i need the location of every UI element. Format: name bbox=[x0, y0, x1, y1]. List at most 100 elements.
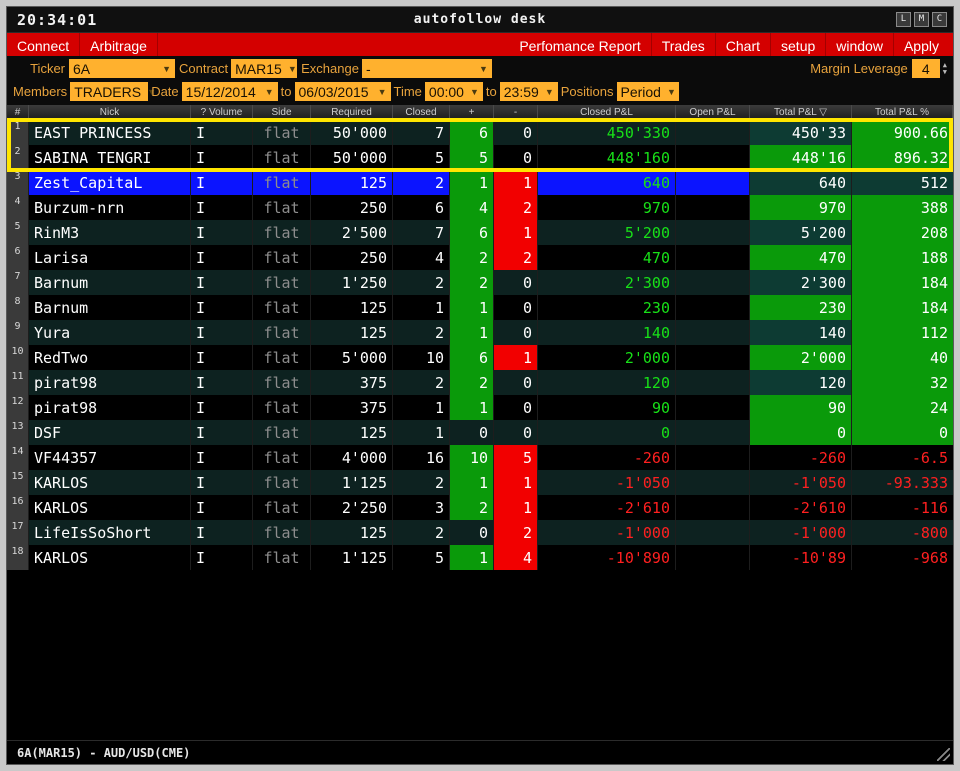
col-header-minus[interactable]: - bbox=[494, 105, 538, 119]
ticker-select[interactable]: 6A ▼ bbox=[69, 59, 175, 78]
cell-required: 2'500 bbox=[311, 220, 393, 245]
table-row[interactable]: 8 Barnum Iflat 125 1 1 0 230 230 184 bbox=[7, 295, 953, 320]
contract-select[interactable]: MAR15 ▼ bbox=[231, 59, 298, 78]
menu-item-performance-report[interactable]: Perfomance Report bbox=[509, 33, 652, 56]
col-header-index[interactable]: # bbox=[7, 105, 29, 119]
col-header-closed[interactable]: Closed bbox=[393, 105, 450, 119]
menu-item-setup[interactable]: setup bbox=[771, 33, 827, 56]
cell-nick: KARLOS bbox=[29, 495, 191, 520]
menu-item-chart[interactable]: Chart bbox=[716, 33, 772, 56]
table-row[interactable]: 5 RinM3 Iflat 2'500 7 6 1 5'200 5'200 208 bbox=[7, 220, 953, 245]
table-row[interactable]: 13 DSF Iflat 125 1 0 0 0 0 0 bbox=[7, 420, 953, 445]
cell-total-pct: 900.66 bbox=[852, 120, 953, 145]
cell-volume: I bbox=[191, 370, 253, 395]
col-header-volume[interactable]: ? Volume bbox=[191, 105, 253, 119]
cell-open-pl bbox=[676, 395, 750, 420]
time-to-value: 23:59 bbox=[503, 83, 539, 100]
col-header-side[interactable]: Side bbox=[253, 105, 311, 119]
time-from-value: 00:00 bbox=[428, 83, 464, 100]
cell-total-pl: 448'16 bbox=[750, 145, 852, 170]
table-row[interactable]: 9 Yura Iflat 125 2 1 0 140 140 112 bbox=[7, 320, 953, 345]
cell-minus: 0 bbox=[494, 395, 538, 420]
row-index: 6 bbox=[7, 245, 29, 270]
window-controls: L M C bbox=[896, 12, 947, 27]
table-row[interactable]: 2 SABINA TENGRI Iflat 50'000 5 5 0 448'160 448'1… bbox=[7, 145, 953, 170]
cell-plus: 6 bbox=[450, 345, 494, 370]
cell-plus: 10 bbox=[450, 445, 494, 470]
time-from-select[interactable]: 00:00 ▼ bbox=[424, 82, 483, 101]
cell-minus: 1 bbox=[494, 470, 538, 495]
close-button[interactable]: C bbox=[932, 12, 947, 27]
table-row[interactable]: 3 Zest_CapitaL Iflat 125 2 1 1 640 640 512 bbox=[7, 170, 953, 195]
cell-closed-pl: -10'890 bbox=[538, 545, 676, 570]
table-row[interactable]: 16 KARLOS Iflat 2'250 3 2 1 -2'610 -2'610 -116 bbox=[7, 495, 953, 520]
menu-item-apply[interactable]: Apply bbox=[894, 33, 953, 56]
time-to-select[interactable]: 23:59 ▼ bbox=[499, 82, 558, 101]
cell-open-pl bbox=[676, 370, 750, 395]
resize-grip[interactable] bbox=[937, 748, 950, 761]
cell-closed: 2 bbox=[393, 520, 450, 545]
date-from-select[interactable]: 15/12/2014 ▼ bbox=[181, 82, 278, 101]
table-row[interactable]: 6 Larisa Iflat 250 4 2 2 470 470 188 bbox=[7, 245, 953, 270]
cell-volume: I bbox=[191, 195, 253, 220]
cell-open-pl bbox=[676, 295, 750, 320]
table-row[interactable]: 18 KARLOS Iflat 1'125 5 1 4 -10'890 -10'89 -968 bbox=[7, 545, 953, 570]
col-header-open-pl[interactable]: Open P&L bbox=[676, 105, 750, 119]
cell-required: 1'125 bbox=[311, 545, 393, 570]
members-label: Members bbox=[13, 84, 68, 99]
table-row[interactable]: 14 VF44357 Iflat 4'000 16 10 5 -260 -260 -6.5 bbox=[7, 445, 953, 470]
col-header-total-pl[interactable]: Total P&L ▽ bbox=[750, 105, 852, 119]
cell-nick: pirat98 bbox=[29, 395, 191, 420]
col-header-required[interactable]: Required bbox=[311, 105, 393, 119]
maximize-button[interactable]: M bbox=[914, 12, 929, 27]
date-from-value: 15/12/2014 bbox=[185, 83, 256, 100]
table-row[interactable]: 11 pirat98 Iflat 375 2 2 0 120 120 32 bbox=[7, 370, 953, 395]
row-index: 18 bbox=[7, 545, 29, 570]
cell-open-pl bbox=[676, 520, 750, 545]
table-row[interactable]: 15 KARLOS Iflat 1'125 2 1 1 -1'050 -1'050 -93.333 bbox=[7, 470, 953, 495]
table-row[interactable]: 4 Burzum-nrn Iflat 250 6 4 2 970 970 388 bbox=[7, 195, 953, 220]
positions-select[interactable]: Period ▼ bbox=[616, 82, 679, 101]
cell-closed: 2 bbox=[393, 270, 450, 295]
cell-open-pl bbox=[676, 270, 750, 295]
table-row[interactable]: 17 LifeIsSoShort Iflat 125 2 0 2 -1'000 -1'000 -8… bbox=[7, 520, 953, 545]
cell-closed: 1 bbox=[393, 295, 450, 320]
row-index: 17 bbox=[7, 520, 29, 545]
cell-total-pct: 112 bbox=[852, 320, 953, 345]
cell-volume: I bbox=[191, 295, 253, 320]
cell-open-pl bbox=[676, 420, 750, 445]
table-row[interactable]: 7 Barnum Iflat 1'250 2 2 0 2'300 2'300 184 bbox=[7, 270, 953, 295]
cell-closed: 3 bbox=[393, 495, 450, 520]
cell-side: flat bbox=[253, 420, 311, 445]
col-header-closed-pl[interactable]: Closed P&L bbox=[538, 105, 676, 119]
exchange-select[interactable]: - ▼ bbox=[361, 59, 492, 78]
cell-closed: 2 bbox=[393, 470, 450, 495]
col-header-total-pct[interactable]: Total P&L % bbox=[852, 105, 953, 119]
menu-item-arbitrage[interactable]: Arbitrage bbox=[80, 33, 158, 56]
col-header-nick[interactable]: Nick bbox=[29, 105, 191, 119]
table-row[interactable]: 1 EAST PRINCESS Iflat 50'000 7 6 0 450'330 450'3… bbox=[7, 120, 953, 145]
row-index: 13 bbox=[7, 420, 29, 445]
minimize-button[interactable]: L bbox=[896, 12, 911, 27]
menu-item-trades[interactable]: Trades bbox=[652, 33, 716, 56]
table-row[interactable]: 12 pirat98 Iflat 375 1 1 0 90 90 24 bbox=[7, 395, 953, 420]
members-select[interactable]: TRADERS ▼ bbox=[70, 82, 156, 101]
date-to-select[interactable]: 06/03/2015 ▼ bbox=[294, 82, 391, 101]
menu-item-window[interactable]: window bbox=[826, 33, 894, 56]
menu-item-connect[interactable]: Connect bbox=[7, 33, 81, 56]
margin-leverage-input[interactable]: 4 bbox=[911, 59, 940, 78]
margin-leverage-stepper[interactable]: ▲ ▼ bbox=[943, 61, 947, 76]
col-header-plus[interactable]: + bbox=[450, 105, 494, 119]
row-index: 14 bbox=[7, 445, 29, 470]
cell-nick: KARLOS bbox=[29, 545, 191, 570]
row-index: 10 bbox=[7, 345, 29, 370]
cell-total-pl: 120 bbox=[750, 370, 852, 395]
cell-plus: 1 bbox=[450, 170, 494, 195]
table-row[interactable]: 10 RedTwo Iflat 5'000 10 6 1 2'000 2'000 40 bbox=[7, 345, 953, 370]
cell-closed: 1 bbox=[393, 395, 450, 420]
cell-plus: 2 bbox=[450, 495, 494, 520]
cell-side: flat bbox=[253, 470, 311, 495]
cell-minus: 0 bbox=[494, 295, 538, 320]
filter-row-1: Ticker 6A ▼ Contract MAR15 ▼ Exchange - … bbox=[7, 57, 953, 80]
cell-closed: 1 bbox=[393, 420, 450, 445]
